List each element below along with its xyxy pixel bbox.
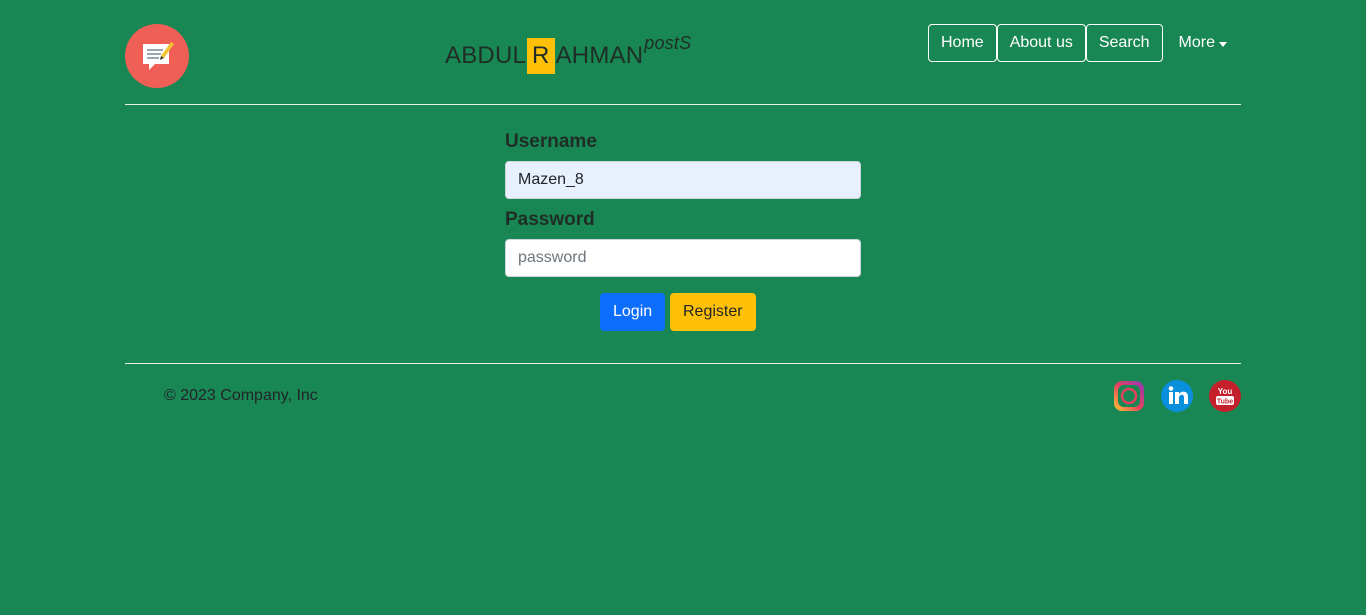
instagram-icon	[1114, 381, 1144, 411]
brand-highlight: R	[527, 38, 555, 74]
brand-suffix: postS	[644, 33, 692, 53]
username-input[interactable]: Mazen_8	[505, 161, 861, 199]
nav-about-button[interactable]: About us	[996, 24, 1086, 62]
youtube-icon: You Tube	[1216, 387, 1234, 406]
register-button[interactable]: Register	[670, 293, 756, 331]
login-button[interactable]: Login	[600, 293, 666, 331]
copyright-text: © 2023 Company, Inc	[164, 387, 318, 404]
footer-divider	[125, 363, 1241, 364]
nav-search-button[interactable]: Search	[1085, 24, 1163, 62]
password-label: Password	[505, 209, 595, 230]
brand-title[interactable]: ABDUL R AHMAN postS	[445, 33, 692, 77]
svg-text:Tube: Tube	[1217, 399, 1233, 406]
main-nav: Home About us Search More	[928, 24, 1227, 62]
site-logo[interactable]	[125, 24, 189, 88]
header-divider	[125, 104, 1241, 105]
linkedin-icon	[1168, 386, 1188, 404]
notepad-chat-icon	[143, 42, 174, 70]
brand-part2: AHMAN	[555, 42, 644, 69]
password-input[interactable]: password	[505, 239, 861, 277]
svg-text:You: You	[1218, 387, 1233, 396]
nav-home-button[interactable]: Home	[928, 24, 997, 62]
caret-down-icon	[1219, 41, 1227, 47]
brand-part1: ABDUL	[445, 42, 527, 69]
more-dropdown[interactable]: More	[1163, 24, 1227, 62]
more-label: More	[1178, 34, 1215, 51]
youtube-link[interactable]: You Tube	[1209, 380, 1241, 412]
username-label: Username	[505, 131, 597, 152]
linkedin-link[interactable]	[1161, 380, 1193, 412]
instagram-link[interactable]	[1113, 380, 1145, 412]
